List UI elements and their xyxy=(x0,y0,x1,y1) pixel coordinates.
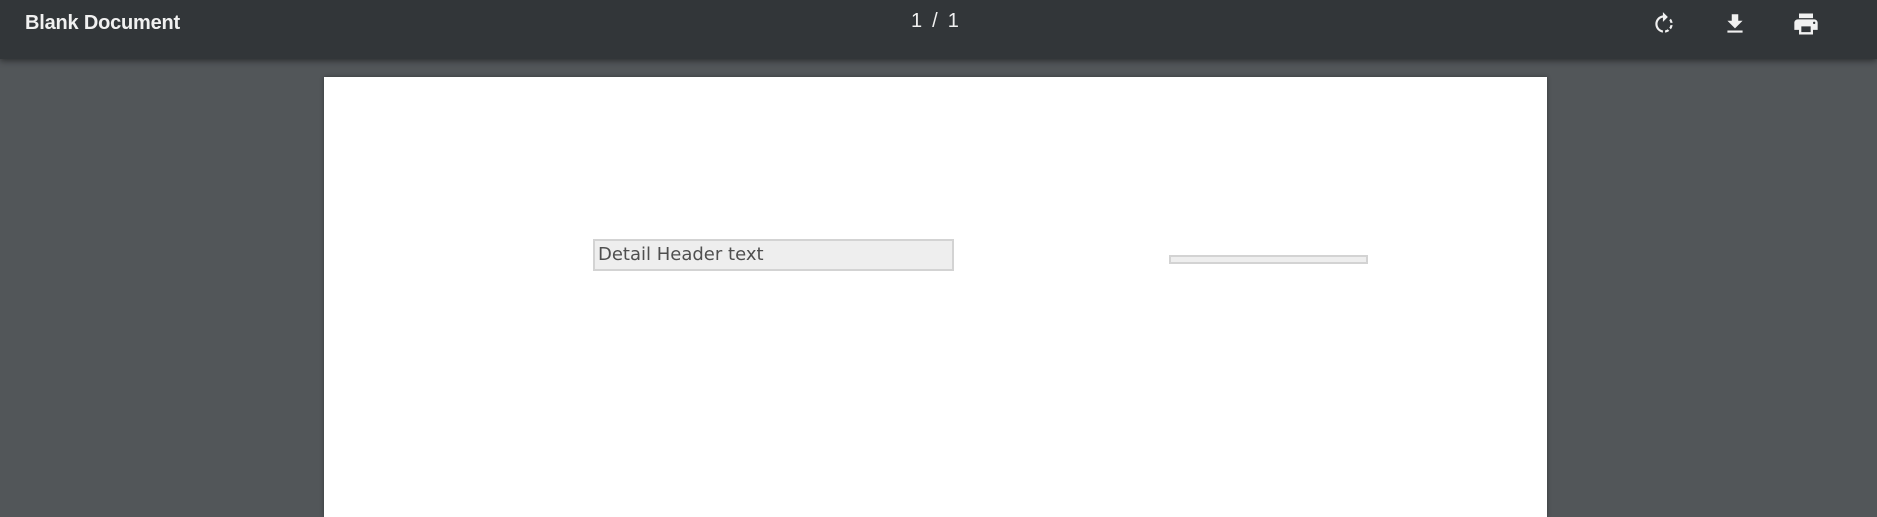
page-separator: / xyxy=(932,10,938,32)
page-indicator: 1 / 1 xyxy=(911,10,959,33)
current-page-number[interactable]: 1 xyxy=(911,10,922,33)
total-pages: 1 xyxy=(947,10,959,32)
document-viewer[interactable]: Detail Header text xyxy=(0,59,1877,517)
download-button[interactable] xyxy=(1719,8,1751,40)
download-icon xyxy=(1722,11,1748,37)
print-icon xyxy=(1792,10,1820,38)
rotate-icon xyxy=(1651,11,1677,37)
detail-header-field[interactable]: Detail Header text xyxy=(593,239,954,271)
rotate-button[interactable] xyxy=(1648,8,1680,40)
empty-form-field[interactable] xyxy=(1169,255,1368,264)
document-title: Blank Document xyxy=(25,12,181,34)
pdf-toolbar: Blank Document 1 / 1 xyxy=(0,0,1877,59)
print-button[interactable] xyxy=(1790,8,1822,40)
pdf-page: Detail Header text xyxy=(324,77,1547,517)
